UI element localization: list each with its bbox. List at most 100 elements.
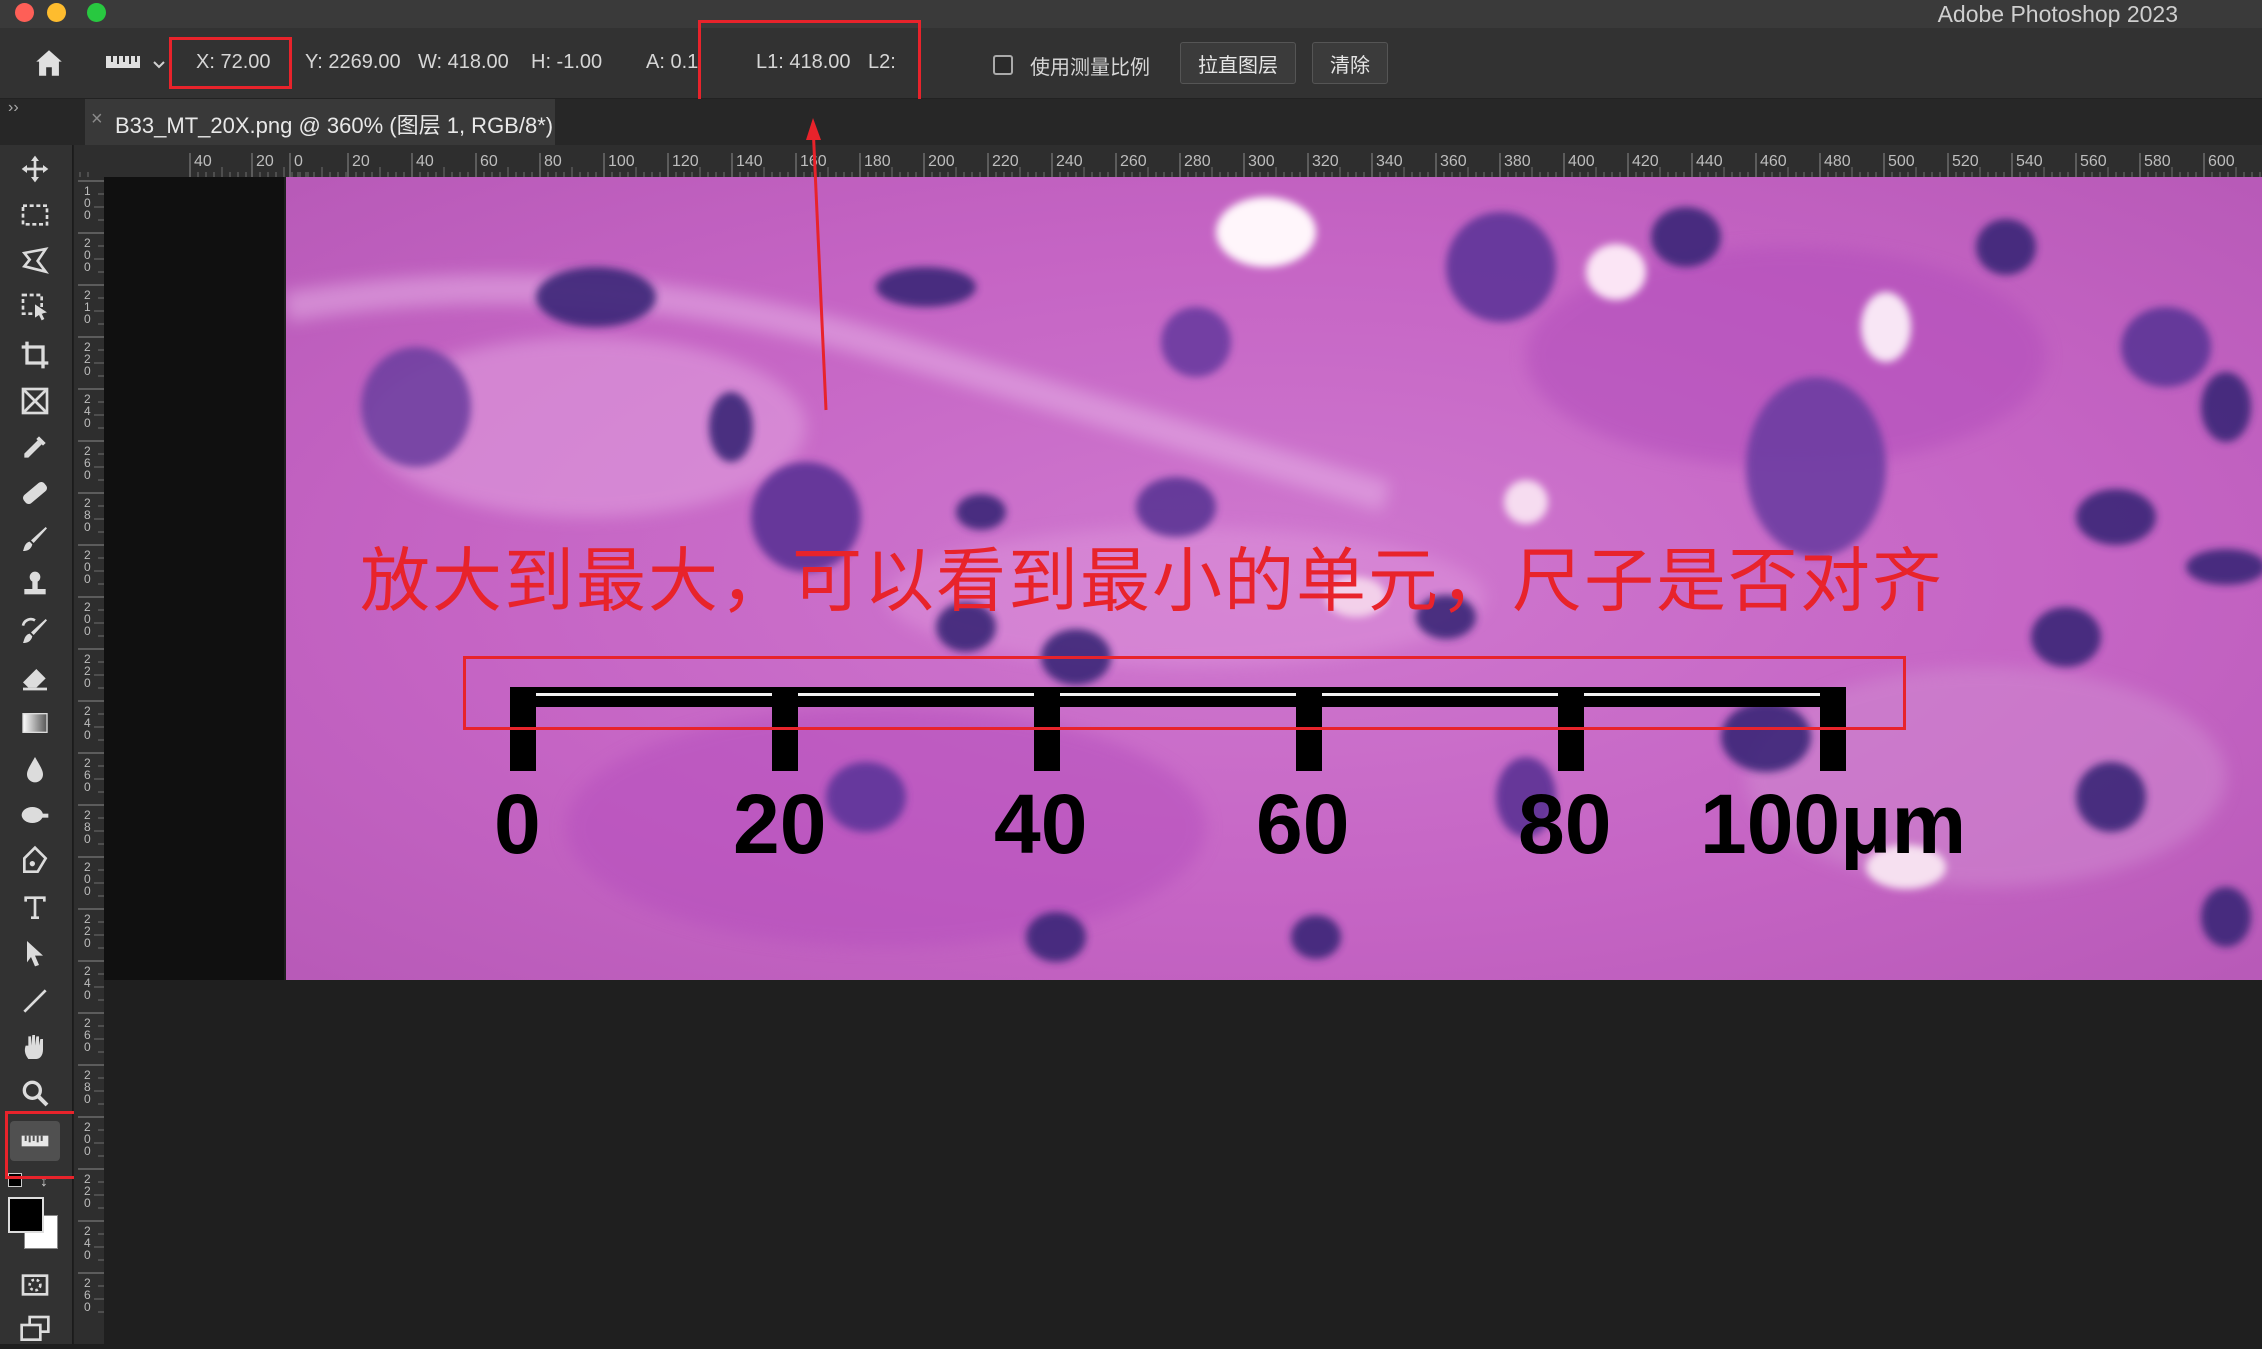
h-ruler-label: 120 <box>672 153 699 170</box>
document-tab-bar: ›› × B33_MT_20X.png @ 360% (图层 1, RGB/8*… <box>0 99 2262 145</box>
zoom-icon[interactable] <box>10 1073 60 1113</box>
v-ruler-label: 0 <box>84 1196 91 1210</box>
pasteboard <box>104 177 284 980</box>
frame-icon[interactable] <box>10 381 60 421</box>
type-icon[interactable] <box>10 887 60 927</box>
scale-label-80: 80 <box>1518 777 1612 871</box>
h-ruler-label: 320 <box>1312 153 1339 170</box>
screen-mode-icon[interactable] <box>10 1309 60 1349</box>
v-ruler-label: 0 <box>84 208 91 222</box>
h-ruler-label: 420 <box>1632 153 1659 170</box>
h-ruler-label: 600 <box>2208 153 2235 170</box>
v-ruler-label: 0 <box>84 988 91 1002</box>
eyedropper-icon[interactable] <box>10 427 60 467</box>
use-measurement-scale-checkbox[interactable] <box>993 55 1013 75</box>
object-select-icon[interactable] <box>10 287 60 327</box>
horizontal-ruler-ticks: 0402002040608010012014016018020022024026… <box>79 153 2261 177</box>
scale-label-100um: 100μm <box>1700 777 1967 871</box>
v-ruler-label: 0 <box>84 572 91 586</box>
eraser-icon[interactable] <box>10 657 60 697</box>
pen-icon[interactable] <box>10 841 60 881</box>
vertical-ruler-ticks: 1002002102202402602802002002202402602802… <box>78 180 104 1314</box>
h-ruler-label: 180 <box>864 153 891 170</box>
h-ruler-label: 260 <box>1120 153 1147 170</box>
minimize-window-button[interactable] <box>47 3 66 22</box>
v-ruler-label: 0 <box>84 312 91 326</box>
h-ruler-label: 200 <box>928 153 955 170</box>
scale-label-0: 0 <box>494 777 541 871</box>
clear-button[interactable]: 清除 <box>1312 42 1388 84</box>
h-ruler-label: 100 <box>608 153 635 170</box>
h-ruler-label: 80 <box>544 153 562 170</box>
h-ruler-label: 360 <box>1440 153 1467 170</box>
v-ruler-label: 0 <box>84 780 91 794</box>
path-select-icon[interactable] <box>10 933 60 973</box>
highlight-x-box <box>169 37 292 89</box>
title-bar: Adobe Photoshop 2023 <box>0 0 2262 28</box>
horizontal-ruler: 0402002040608010012014016018020022024026… <box>74 145 2262 178</box>
h-ruler-label: 20 <box>352 153 370 170</box>
quick-mask-icon[interactable] <box>10 1265 60 1305</box>
h-ruler-label: 560 <box>2080 153 2107 170</box>
v-ruler-label: 0 <box>84 1092 91 1106</box>
h-ruler-label: 40 <box>416 153 434 170</box>
maximize-window-button[interactable] <box>87 3 106 22</box>
h-ruler-label: 140 <box>736 153 763 170</box>
v-ruler-label: 0 <box>84 364 91 378</box>
h-ruler-label: 540 <box>2016 153 2043 170</box>
vertical-ruler: 1002002102202402602802002002202402602802… <box>74 177 105 1344</box>
w-readout: W: 418.00 <box>418 51 509 73</box>
h-ruler-label: 60 <box>480 153 498 170</box>
v-ruler-label: 0 <box>84 1300 91 1314</box>
foreground-color-swatch[interactable] <box>8 1197 44 1233</box>
v-ruler-label: 0 <box>84 884 91 898</box>
line-icon[interactable] <box>10 981 60 1021</box>
close-window-button[interactable] <box>15 3 34 22</box>
gradient-icon[interactable] <box>10 703 60 743</box>
healing-icon[interactable] <box>10 473 60 513</box>
h-ruler-label: 160 <box>800 153 827 170</box>
dodge-icon[interactable] <box>10 795 60 835</box>
v-ruler-label: 0 <box>84 624 91 638</box>
lasso-icon[interactable] <box>10 241 60 281</box>
marquee-icon[interactable] <box>10 195 60 235</box>
v-ruler-label: 0 <box>84 468 91 482</box>
brush-icon[interactable] <box>10 519 60 559</box>
v-ruler-label: 0 <box>84 728 91 742</box>
annotation-text: 放大到最大，可以看到最小的单元，尺子是否对齐 <box>360 540 1944 622</box>
close-tab-icon[interactable]: × <box>91 108 103 131</box>
h-ruler-label: 280 <box>1184 153 1211 170</box>
h-ruler-label: 580 <box>2144 153 2171 170</box>
document-tab-title: B33_MT_20X.png @ 360% (图层 1, RGB/8*) <box>115 113 554 138</box>
document-tab[interactable]: × B33_MT_20X.png @ 360% (图层 1, RGB/8*) <box>85 99 555 145</box>
history-brush-icon[interactable] <box>10 611 60 651</box>
move-icon[interactable] <box>10 149 60 189</box>
ruler-tool-preset-icon[interactable] <box>104 50 172 78</box>
h-ruler-label: 520 <box>1952 153 1979 170</box>
blur-icon[interactable] <box>10 749 60 789</box>
h-readout: H: -1.00 <box>531 51 603 73</box>
stamp-icon[interactable] <box>10 565 60 605</box>
v-ruler-label: 0 <box>84 416 91 430</box>
h-ruler-label: 340 <box>1376 153 1403 170</box>
crop-icon[interactable] <box>10 335 60 375</box>
h-ruler-label: 20 <box>256 153 274 170</box>
hand-icon[interactable] <box>10 1027 60 1067</box>
v-ruler-label: 0 <box>84 832 91 846</box>
h-ruler-label: 440 <box>1696 153 1723 170</box>
highlight-scale-bar-box <box>463 656 1906 730</box>
use-measurement-scale-label: 使用测量比例 <box>1030 57 1150 79</box>
h-ruler-label: 500 <box>1888 153 1915 170</box>
v-ruler-label: 0 <box>84 676 91 690</box>
straighten-layer-button[interactable]: 拉直图层 <box>1180 42 1296 84</box>
angle-readout: A: 0.1° <box>646 51 698 73</box>
v-ruler-label: 0 <box>84 520 91 534</box>
v-ruler-label: 0 <box>84 1040 91 1054</box>
h-ruler-label: 460 <box>1760 153 1787 170</box>
panel-collapse-icon[interactable]: ›› <box>8 99 19 117</box>
home-icon[interactable] <box>32 46 66 80</box>
scale-label-20: 20 <box>733 777 827 871</box>
h-ruler-label: 480 <box>1824 153 1851 170</box>
y-readout: Y: 2269.00 <box>305 51 401 73</box>
h-ruler-label: 300 <box>1248 153 1275 170</box>
